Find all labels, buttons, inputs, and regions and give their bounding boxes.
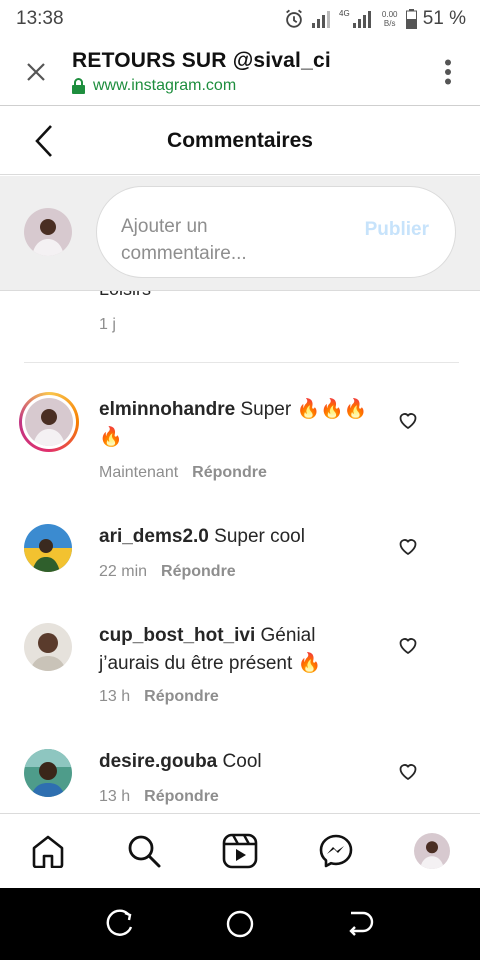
- comment-time: 13 h: [99, 688, 131, 705]
- messenger-icon: [319, 834, 353, 868]
- battery-level: 51 %: [422, 8, 466, 29]
- comment-meta: Maintenant Répondre: [99, 464, 267, 482]
- add-comment-area: Ajouter un commentaire... Publier: [0, 176, 480, 291]
- avatar: [24, 524, 72, 572]
- bottom-navigation: [0, 813, 480, 888]
- comment-text: Cool: [222, 751, 262, 772]
- back-button[interactable]: [24, 121, 64, 161]
- comment-body: cup_bost_hot_ivi Génial j’aurais du être…: [99, 622, 379, 678]
- network-type: 4G: [339, 8, 350, 18]
- divider: [24, 362, 459, 363]
- comment-body: desire.gouba Cool: [99, 748, 379, 776]
- signal-icon: [312, 11, 331, 28]
- heart-icon[interactable]: [396, 633, 420, 657]
- reply-button[interactable]: Répondre: [144, 788, 219, 805]
- page-title: RETOURS SUR @sival_ci: [72, 48, 331, 72]
- heart-icon[interactable]: [396, 534, 420, 558]
- comment-meta: 13 h Répondre: [99, 688, 219, 706]
- reply-button[interactable]: Répondre: [144, 688, 219, 705]
- battery-icon: [405, 9, 417, 29]
- url-row: www.instagram.com: [72, 77, 416, 95]
- avatar: [25, 398, 73, 446]
- comment-username[interactable]: desire.gouba: [99, 751, 217, 772]
- home-circle-icon[interactable]: [225, 909, 255, 939]
- previous-comment-time: 1 j: [99, 316, 116, 333]
- nav-home[interactable]: [18, 821, 78, 881]
- nav-messenger[interactable]: [306, 821, 366, 881]
- reply-button[interactable]: Répondre: [192, 464, 267, 481]
- comment-list[interactable]: Loisirs 1 j elminnohandre Super 🔥🔥🔥🔥 Mai…: [0, 291, 480, 813]
- comment-body: ari_dems2.0 Super cool: [99, 523, 379, 551]
- more-options-button[interactable]: [416, 38, 480, 106]
- comments-title: Commentaires: [167, 128, 313, 152]
- browser-toolbar: RETOURS SUR @sival_ci www.instagram.com: [0, 38, 480, 106]
- comment-username[interactable]: cup_bost_hot_ivi: [99, 625, 255, 646]
- comment-body: elminnohandre Super 🔥🔥🔥🔥: [99, 396, 379, 452]
- comment-avatar[interactable]: [24, 749, 72, 797]
- comment-time: Maintenant: [99, 464, 179, 481]
- comment-time: 13 h: [99, 788, 131, 805]
- system-navigation: [0, 888, 480, 960]
- status-bar: 13:38 4G 0.00 B/s 51 %: [0, 0, 480, 38]
- comment-meta: 22 min Répondre: [99, 563, 236, 581]
- net-speed: 0.00 B/s: [381, 10, 398, 28]
- comments-header: Commentaires: [0, 107, 480, 175]
- comment-avatar[interactable]: [24, 524, 72, 572]
- current-user-avatar: [24, 208, 72, 256]
- recents-icon[interactable]: [105, 909, 135, 939]
- nav-reels[interactable]: [210, 821, 270, 881]
- lock-icon: [72, 77, 85, 94]
- nav-profile[interactable]: [402, 821, 462, 881]
- browser-titles: RETOURS SUR @sival_ci www.instagram.com: [72, 49, 416, 95]
- back-icon[interactable]: [345, 909, 375, 939]
- comment-input[interactable]: Ajouter un commentaire... Publier: [96, 186, 456, 278]
- publish-button[interactable]: Publier: [365, 219, 429, 241]
- reels-icon: [222, 833, 258, 869]
- avatar: [24, 749, 72, 797]
- heart-icon[interactable]: [396, 408, 420, 432]
- nav-search[interactable]: [114, 821, 174, 881]
- comment-text: Super cool: [214, 526, 305, 547]
- avatar: [24, 208, 72, 256]
- avatar: [24, 623, 72, 671]
- alarm-icon: [286, 9, 302, 28]
- page-url[interactable]: www.instagram.com: [93, 77, 236, 95]
- close-button[interactable]: [0, 38, 72, 106]
- comment-placeholder: Ajouter un commentaire...: [121, 216, 247, 264]
- profile-avatar: [414, 833, 450, 869]
- comment-meta: 13 h Répondre: [99, 788, 219, 806]
- status-icons: 4G 0.00 B/s 51 %: [283, 8, 466, 30]
- status-time: 13:38: [16, 8, 64, 29]
- reply-button[interactable]: Répondre: [161, 563, 236, 580]
- previous-comment-text: Loisirs: [99, 291, 151, 300]
- comment-avatar[interactable]: [24, 623, 72, 671]
- comment-username[interactable]: ari_dems2.0: [99, 526, 209, 547]
- signal-4g-icon: [352, 11, 371, 28]
- comment-username[interactable]: elminnohandre: [99, 399, 235, 420]
- story-ring[interactable]: [19, 392, 79, 452]
- home-icon: [32, 835, 64, 868]
- more-vert-icon: [445, 59, 451, 84]
- chevron-left-icon: [35, 125, 52, 157]
- heart-icon[interactable]: [396, 759, 420, 783]
- search-icon: [128, 835, 161, 868]
- comment-time: 22 min: [99, 563, 148, 580]
- close-icon: [27, 62, 45, 81]
